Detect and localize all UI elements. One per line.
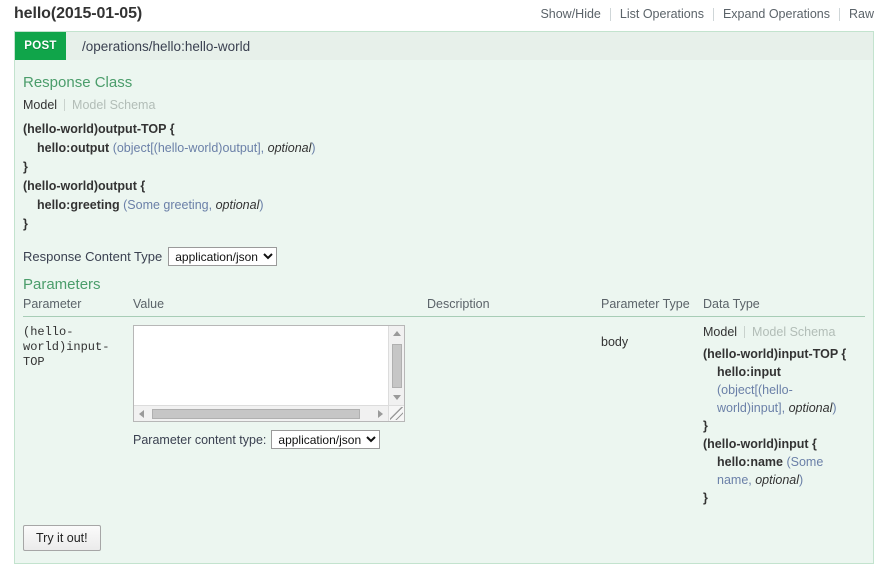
col-header-description: Description	[427, 297, 601, 317]
model-prop-close: )	[311, 141, 316, 155]
col-header-parameter-type: Parameter Type	[601, 297, 703, 317]
parameters-heading: Parameters	[23, 276, 101, 293]
table-header-row: Parameter Value Description Parameter Ty…	[23, 297, 865, 317]
model-line-greeting: hello:greeting (Some greeting, optional)	[23, 196, 865, 215]
parameters-table: Parameter Value Description Parameter Ty…	[23, 297, 865, 515]
model-line-close-output: }	[23, 217, 28, 231]
col-header-value: Value	[133, 297, 427, 317]
response-content-type-row: Response Content Type application/json	[23, 247, 865, 266]
operation-body: Response Class Model Model Schema (hello…	[15, 60, 873, 563]
model-prop-optional: optional	[215, 198, 260, 212]
model-prop-type: (object[(hello-world)output],	[112, 141, 268, 155]
model-prop-name: hello:input	[717, 365, 781, 379]
col-header-parameter: Parameter	[23, 297, 133, 317]
operation-block: POST /operations/hello:hello-world Respo…	[14, 31, 874, 564]
model-line-close-top: }	[703, 419, 708, 433]
scroll-down-icon[interactable]	[393, 395, 401, 400]
model-line-output: hello:output (object[(hello-world)output…	[23, 139, 865, 158]
parameter-description-cell	[427, 317, 601, 516]
response-model: (hello-world)output-TOP { hello:output (…	[23, 120, 865, 234]
parameter-type-value: body	[601, 335, 629, 349]
parameter-content-type-select[interactable]: application/json	[271, 430, 381, 449]
model-prop-optional: optional	[267, 141, 312, 155]
scroll-right-icon[interactable]	[378, 410, 383, 418]
parameter-name: (hello-world)input-TOP	[23, 325, 110, 369]
response-content-type-label: Response Content Type	[23, 249, 163, 264]
data-type-model: (hello-world)input-TOP { hello:input (ob…	[703, 345, 859, 507]
operation-heading[interactable]: POST /operations/hello:hello-world	[15, 31, 873, 60]
swagger-page: hello(2015-01-05) Show/Hide List Operati…	[0, 0, 888, 564]
parameter-value-cell: Parameter content type: application/json	[133, 317, 427, 516]
parameter-value-editor[interactable]	[133, 325, 405, 422]
model-line-close-input: }	[703, 491, 708, 505]
model-line-input: hello:input (object[(hello-world)input],…	[703, 363, 859, 417]
scroll-up-icon[interactable]	[393, 331, 401, 336]
response-class-heading: Response Class	[23, 74, 133, 91]
scroll-left-icon[interactable]	[139, 410, 144, 418]
data-type-tabs: Model Model Schema	[703, 325, 859, 339]
model-prop-name: hello:output	[37, 141, 110, 155]
page-title: hello(2015-01-05)	[14, 5, 143, 22]
response-content-type-select[interactable]: application/json	[168, 247, 278, 266]
model-prop-close: )	[799, 473, 804, 487]
parameter-content-type-row: Parameter content type: application/json	[133, 430, 421, 449]
data-type-cell: Model Model Schema (hello-world)input-TO…	[703, 317, 865, 516]
horizontal-scroll-thumb[interactable]	[152, 409, 360, 419]
tab-model[interactable]: Model	[703, 325, 744, 339]
parameter-type-cell: body	[601, 317, 703, 516]
model-line-open-top: (hello-world)input-TOP {	[703, 347, 847, 361]
model-line-open-input: (hello-world)input {	[703, 437, 817, 451]
operation-path[interactable]: /operations/hello:hello-world	[66, 32, 250, 60]
model-prop-type: (Some greeting,	[123, 198, 216, 212]
parameter-content-type-label: Parameter content type:	[133, 432, 267, 447]
model-prop-type: (object[(hello-world)input],	[717, 383, 793, 415]
operation-content: Response Class Model Model Schema (hello…	[15, 60, 873, 563]
tab-model-schema[interactable]: Model Schema	[65, 98, 155, 112]
raw-link[interactable]: Raw	[840, 7, 874, 21]
model-prop-close: )	[832, 401, 837, 415]
model-prop-name: hello:name	[717, 455, 783, 469]
list-operations-link[interactable]: List Operations	[611, 7, 713, 21]
try-it-out-button[interactable]: Try it out!	[23, 525, 101, 551]
vertical-scroll-thumb[interactable]	[392, 344, 402, 388]
expand-operations-link[interactable]: Expand Operations	[714, 7, 839, 21]
response-model-tabs: Model Model Schema	[23, 98, 865, 112]
model-line-open-output: (hello-world)output {	[23, 179, 146, 193]
model-prop-optional: optional	[788, 401, 833, 415]
http-method-badge: POST	[15, 32, 66, 60]
model-line-open-top: (hello-world)output-TOP {	[23, 122, 175, 136]
textarea-vertical-scrollbar[interactable]	[388, 326, 404, 405]
resize-grip-icon	[390, 407, 403, 420]
tab-model[interactable]: Model	[23, 98, 64, 112]
parameters-table-body: (hello-world)input-TOP Parameter content…	[23, 317, 865, 516]
model-prop-close: )	[259, 198, 264, 212]
parameters-table-head: Parameter Value Description Parameter Ty…	[23, 297, 865, 317]
resource-header: hello(2015-01-05) Show/Hide List Operati…	[14, 0, 874, 31]
model-line-close-top: }	[23, 160, 28, 174]
resource-options: Show/Hide List Operations Expand Operati…	[531, 7, 874, 21]
textarea-resize-handle[interactable]	[388, 405, 404, 421]
parameter-value-input[interactable]	[134, 326, 388, 405]
model-line-name: hello:name (Some name, optional)	[703, 453, 859, 489]
model-prop-name: hello:greeting	[37, 198, 120, 212]
col-header-data-type: Data Type	[703, 297, 865, 317]
parameter-name-cell: (hello-world)input-TOP	[23, 317, 133, 516]
table-row: (hello-world)input-TOP Parameter content…	[23, 317, 865, 516]
tab-model-schema[interactable]: Model Schema	[745, 325, 835, 339]
show-hide-link[interactable]: Show/Hide	[531, 7, 609, 21]
model-prop-optional: optional	[755, 473, 800, 487]
textarea-horizontal-scrollbar[interactable]	[134, 405, 388, 421]
